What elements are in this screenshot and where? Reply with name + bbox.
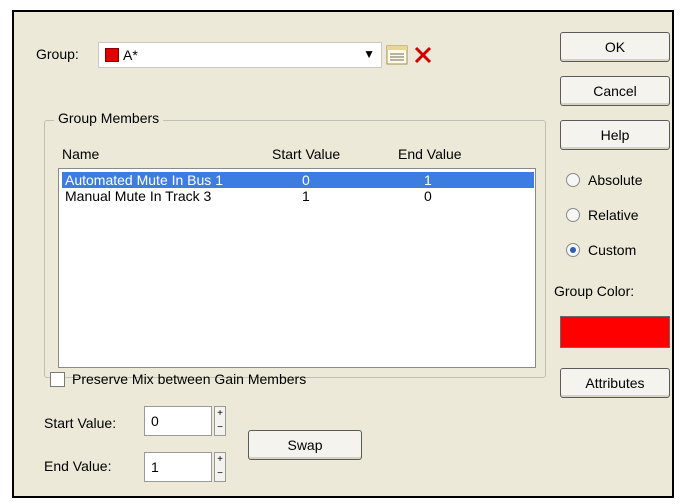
ok-button[interactable]: OK (560, 32, 670, 62)
column-end-value: End Value (398, 146, 462, 162)
member-name: Manual Mute In Track 3 (65, 188, 212, 204)
start-value-input[interactable]: 0 (144, 406, 212, 436)
preserve-mix-checkbox[interactable] (50, 372, 65, 387)
group-label: Group: (36, 46, 79, 62)
member-end: 1 (424, 172, 432, 188)
column-name: Name (62, 146, 100, 162)
list-item[interactable]: Manual Mute In Track 3 1 0 (62, 188, 534, 204)
column-start-value: Start Value (272, 146, 341, 162)
radio-absolute-label: Absolute (588, 172, 643, 188)
spin-down-icon[interactable]: − (215, 421, 225, 435)
radio-custom[interactable] (566, 243, 580, 257)
group-dialog: Group: A* ▼ Group Members Name Start Val… (12, 10, 674, 498)
end-value-label: End Value: (44, 458, 112, 474)
help-button[interactable]: Help (560, 120, 670, 150)
group-color-swatch (105, 48, 119, 62)
group-list-icon[interactable] (384, 42, 410, 68)
spin-up-icon[interactable]: + (215, 453, 225, 467)
group-color-label: Group Color: (554, 283, 635, 299)
list-item[interactable]: Automated Mute In Bus 1 0 1 (62, 172, 534, 188)
radio-relative[interactable] (566, 208, 580, 222)
group-combo-value: A* (123, 47, 138, 63)
members-list[interactable]: Automated Mute In Bus 1 0 1 Manual Mute … (58, 168, 536, 368)
group-combo[interactable]: A* ▼ (98, 42, 382, 68)
group-members-title: Group Members (54, 110, 164, 126)
swap-button[interactable]: Swap (248, 430, 362, 460)
radio-custom-label: Custom (588, 242, 637, 258)
start-value-spinner[interactable]: + − (214, 406, 226, 436)
spin-up-icon[interactable]: + (215, 407, 225, 421)
member-start: 1 (302, 188, 310, 204)
preserve-mix-label: Preserve Mix between Gain Members (72, 371, 307, 387)
delete-group-icon[interactable] (410, 42, 436, 68)
end-value-spinner[interactable]: + − (214, 452, 226, 482)
cancel-button[interactable]: Cancel (560, 76, 670, 106)
chevron-down-icon[interactable]: ▼ (363, 47, 375, 61)
member-end: 0 (424, 188, 432, 204)
member-start: 0 (302, 172, 310, 188)
end-value-input[interactable]: 1 (144, 452, 212, 482)
start-value-label: Start Value: (44, 415, 117, 431)
attributes-button[interactable]: Attributes (560, 368, 670, 398)
spin-down-icon[interactable]: − (215, 467, 225, 481)
group-color-picker[interactable] (560, 316, 670, 348)
radio-relative-label: Relative (588, 207, 639, 223)
member-name: Automated Mute In Bus 1 (65, 172, 223, 188)
radio-absolute[interactable] (566, 173, 580, 187)
